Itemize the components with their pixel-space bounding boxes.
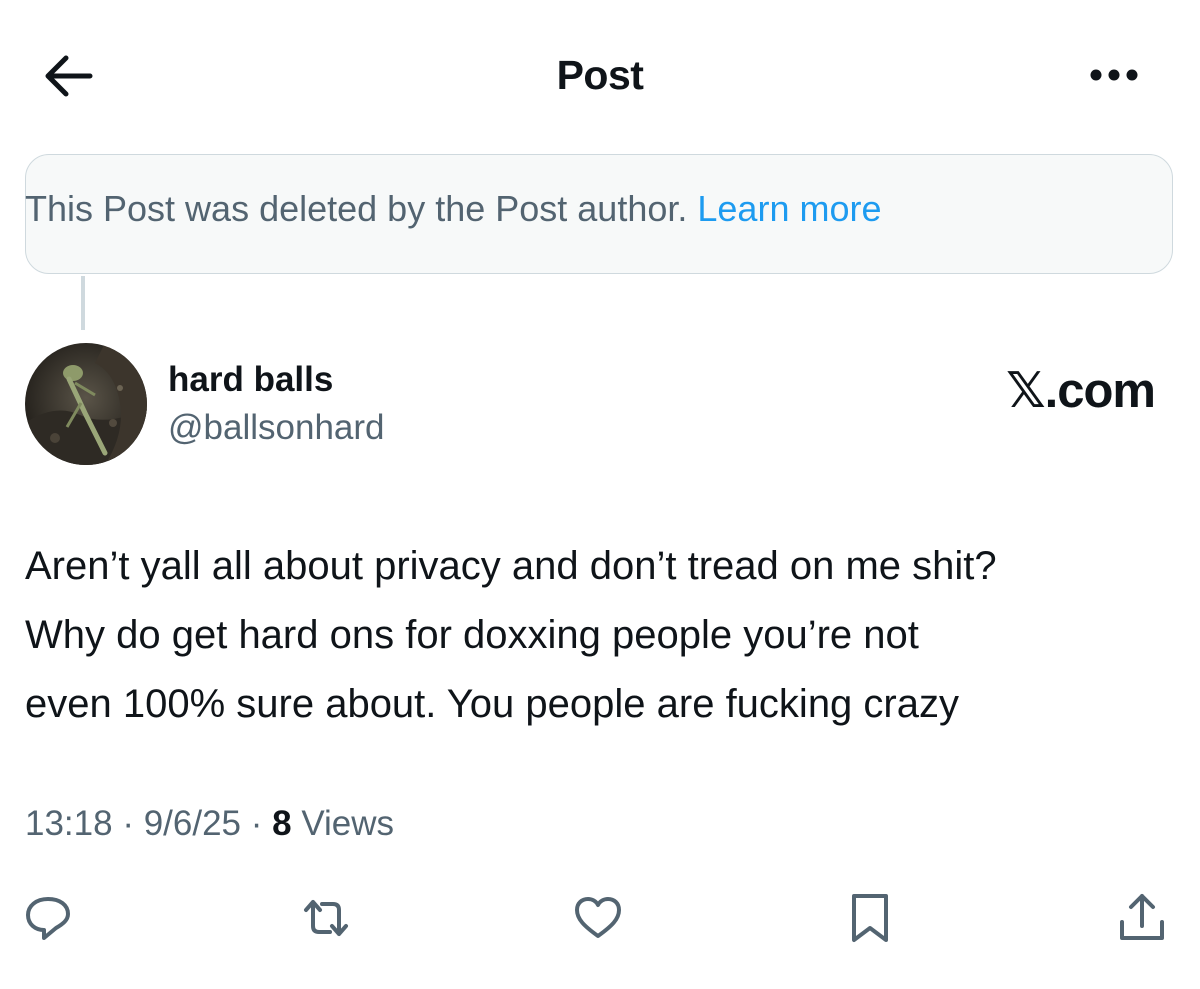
- more-options-button[interactable]: [1082, 58, 1146, 92]
- heart-icon: [575, 897, 621, 938]
- deleted-post-text: This Post was deleted by the Post author…: [25, 188, 882, 230]
- author-handle[interactable]: @ballsonhard: [168, 408, 385, 448]
- avatar-image: [25, 343, 147, 465]
- repost-icon: [304, 900, 348, 936]
- post-date[interactable]: 9/6/25: [144, 804, 241, 843]
- like-button[interactable]: [570, 890, 626, 946]
- repost-button[interactable]: [298, 890, 354, 946]
- meta-separator: ·: [241, 804, 273, 843]
- author-display-name[interactable]: hard balls: [168, 360, 333, 400]
- post-text-line: Aren’t yall all about privacy and don’t …: [25, 544, 997, 588]
- deleted-post-message: This Post was deleted by the Post author…: [25, 188, 698, 229]
- page-title: Post: [556, 52, 644, 98]
- source-watermark: 𝕏.com: [1006, 364, 1156, 418]
- views-count[interactable]: 8: [272, 804, 291, 843]
- avatar[interactable]: [25, 343, 147, 465]
- thread-connector-line: [81, 276, 85, 330]
- share-icon: [1120, 894, 1164, 940]
- share-button[interactable]: [1114, 890, 1170, 946]
- top-bar: Post: [0, 0, 1200, 150]
- post-text-line: Why do get hard ons for doxxing people y…: [25, 613, 919, 657]
- views-label[interactable]: Views: [292, 804, 394, 843]
- bookmark-icon: [852, 894, 888, 942]
- ellipsis-icon: [1090, 69, 1138, 81]
- post-meta: 13:18 · 9/6/25 · 8 Views: [25, 804, 394, 844]
- reply-icon: [26, 897, 70, 940]
- meta-separator: ·: [112, 804, 144, 843]
- learn-more-link[interactable]: Learn more: [697, 188, 881, 229]
- post-text: Aren’t yall all about privacy and don’t …: [25, 532, 1185, 739]
- reply-button[interactable]: [20, 890, 76, 946]
- bookmark-button[interactable]: [842, 890, 898, 946]
- post-text-line: even 100% sure about. You people are fuc…: [25, 682, 959, 726]
- post-time[interactable]: 13:18: [25, 804, 113, 843]
